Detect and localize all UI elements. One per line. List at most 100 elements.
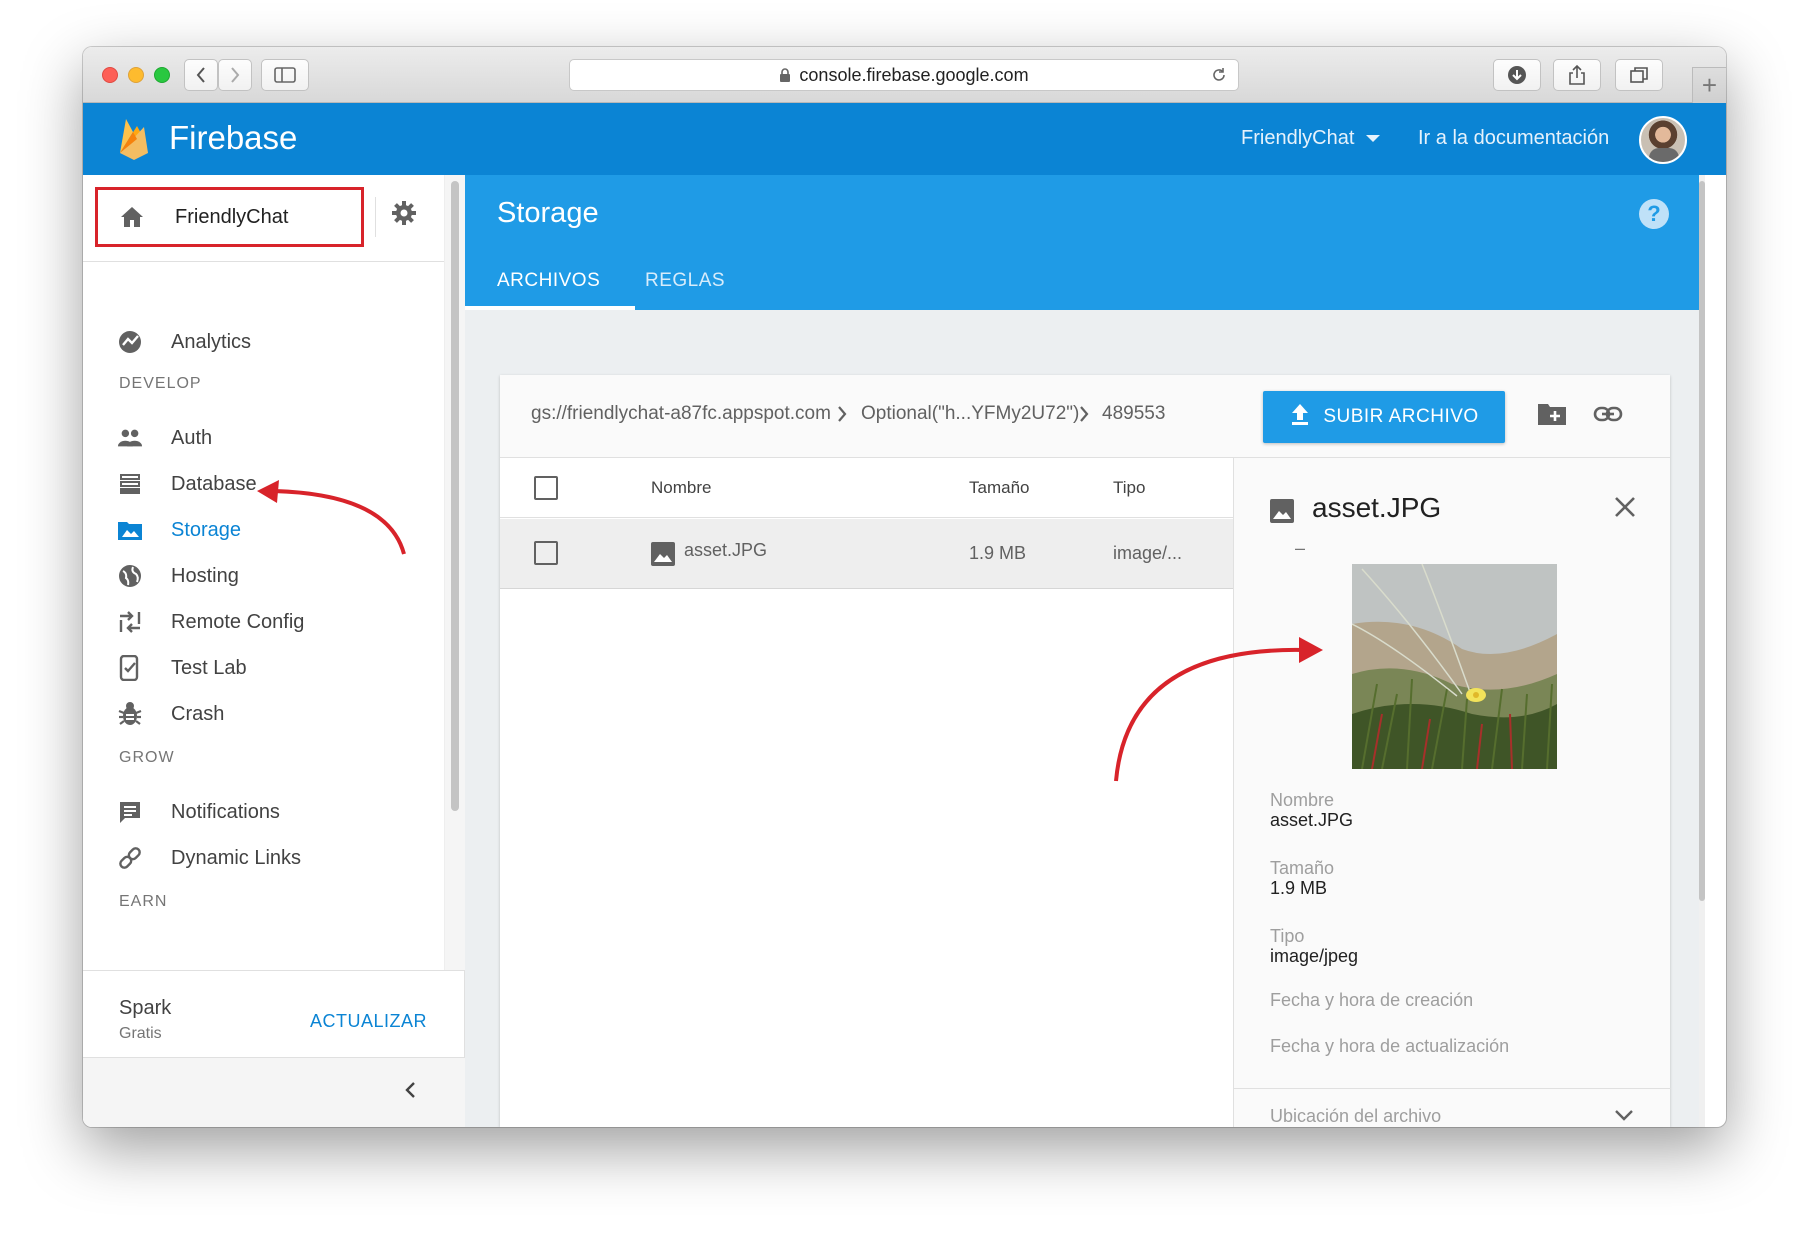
- tab-reglas[interactable]: REGLAS: [645, 251, 725, 310]
- file-name[interactable]: asset.JPG: [684, 540, 767, 561]
- chevron-right-icon: [836, 405, 848, 428]
- sidebar-toggle-button[interactable]: [261, 59, 309, 91]
- sidebar-item-crash[interactable]: Crash: [83, 691, 443, 737]
- storage-icon: [117, 517, 143, 543]
- sidebar-item-database[interactable]: Database: [83, 461, 443, 507]
- breadcrumb-subfolder[interactable]: 489553: [1102, 403, 1262, 425]
- gear-icon[interactable]: [391, 200, 417, 231]
- divider: [375, 197, 376, 237]
- active-tab-indicator: [465, 306, 635, 310]
- divider: [1234, 1088, 1671, 1089]
- project-name: FriendlyChat: [175, 206, 289, 228]
- breadcrumb: gs://friendlychat-a87fc.appspot.com Opti…: [500, 375, 1670, 458]
- collapse-sidebar-icon[interactable]: [403, 1080, 417, 1105]
- browser-toolbar: console.firebase.google.com +: [83, 47, 1726, 103]
- file-size: 1.9 MB: [969, 543, 1027, 563]
- brand-name[interactable]: Firebase: [169, 119, 297, 157]
- close-icon[interactable]: [1614, 496, 1636, 523]
- breadcrumb-folder[interactable]: Optional("h...YFMy2U72"): [861, 403, 1079, 425]
- file-details-panel: asset.JPG – Nombre asset.JPG Tamaño 1.9 …: [1233, 458, 1671, 1127]
- sidebar-item-label: Test Lab: [171, 657, 247, 679]
- close-window-button[interactable]: [102, 67, 118, 83]
- browser-window: console.firebase.google.com + Firebase F…: [83, 47, 1726, 1127]
- help-icon[interactable]: ?: [1639, 199, 1669, 229]
- sidebar-item-label: Storage: [171, 519, 242, 541]
- section-heading-grow: GROW: [119, 749, 175, 766]
- sidebar-icon: [274, 67, 296, 83]
- section-heading-develop: DEVELOP: [119, 375, 202, 392]
- create-folder-icon[interactable]: [1537, 402, 1567, 431]
- sidebar-item-notifications[interactable]: Notifications: [83, 789, 443, 835]
- tabs-icon: [1630, 67, 1648, 83]
- row-checkbox[interactable]: [534, 541, 558, 565]
- table-header: Nombre Tamaño Tipo: [500, 458, 1233, 518]
- back-button[interactable]: [184, 59, 218, 91]
- project-selector-label: FriendlyChat: [1241, 127, 1355, 149]
- chevron-right-icon: [1078, 405, 1090, 428]
- sidebar-item-label: Dynamic Links: [171, 847, 302, 869]
- message-icon: [117, 799, 143, 825]
- file-location-section[interactable]: Ubicación del archivo: [1270, 1106, 1441, 1127]
- section-heading-earn: EARN: [119, 893, 168, 910]
- reload-icon[interactable]: [1210, 66, 1228, 84]
- detail-label-updated: Fecha y hora de actualización: [1270, 1036, 1510, 1056]
- minimize-window-button[interactable]: [128, 67, 144, 83]
- chevron-right-icon: [231, 67, 240, 83]
- database-icon: [117, 471, 143, 497]
- url-text: console.firebase.google.com: [799, 64, 1029, 85]
- avatar[interactable]: [1639, 116, 1687, 164]
- project-selector[interactable]: FriendlyChat: [1241, 127, 1381, 150]
- plan-name: Spark: [119, 997, 172, 1019]
- breadcrumb-bucket[interactable]: gs://friendlychat-a87fc.appspot.com: [531, 403, 831, 425]
- sidebar-item-auth[interactable]: Auth: [83, 415, 443, 461]
- sidebar-item-analytics[interactable]: Analytics: [83, 319, 443, 365]
- divider: [83, 970, 465, 971]
- detail-label-name: Nombre: [1270, 790, 1335, 810]
- table-row[interactable]: asset.JPG 1.9 MB image/...: [500, 519, 1233, 589]
- sidebar-item-test-lab[interactable]: Test Lab: [83, 645, 443, 691]
- sidebar-scrollbar[interactable]: [444, 175, 465, 970]
- upload-file-label: SUBIR ARCHIVO: [1323, 406, 1479, 427]
- sidebar-item-storage[interactable]: Storage: [83, 507, 443, 553]
- page-title: Storage: [497, 197, 599, 229]
- bug-icon: [117, 701, 143, 727]
- image-preview[interactable]: [1352, 564, 1557, 769]
- globe-icon: [117, 563, 143, 589]
- sidebar-item-hosting[interactable]: Hosting: [83, 553, 443, 599]
- project-overview-link[interactable]: FriendlyChat: [95, 187, 364, 247]
- sidebar-item-remote-config[interactable]: Remote Config: [83, 599, 443, 645]
- column-header-size[interactable]: Tamaño: [969, 478, 1029, 498]
- home-icon: [120, 206, 144, 233]
- chevron-down-icon[interactable]: [1614, 1108, 1634, 1127]
- image-file-icon: [650, 541, 676, 572]
- upgrade-button[interactable]: ACTUALIZAR: [310, 1011, 427, 1032]
- column-header-name[interactable]: Nombre: [651, 478, 711, 498]
- forward-button[interactable]: [218, 59, 252, 91]
- downloads-button[interactable]: [1493, 59, 1541, 91]
- share-button[interactable]: [1553, 59, 1601, 91]
- sidebar-item-label: Auth: [171, 427, 213, 449]
- app-header: Firebase FriendlyChat Ir a la documentac…: [83, 103, 1726, 175]
- firebase-logo-icon[interactable]: [117, 117, 151, 166]
- tab-archivos[interactable]: ARCHIVOS: [497, 251, 600, 310]
- zoom-window-button[interactable]: [154, 67, 170, 83]
- main-scrollbar[interactable]: [1699, 175, 1705, 1127]
- upload-file-button[interactable]: SUBIR ARCHIVO: [1263, 391, 1505, 443]
- sidebar-item-label: Remote Config: [171, 611, 305, 633]
- docs-link[interactable]: Ir a la documentación: [1418, 127, 1609, 150]
- column-header-type[interactable]: Tipo: [1113, 478, 1145, 498]
- sidebar-item-dynamic-links[interactable]: Dynamic Links: [83, 835, 443, 881]
- new-tab-button[interactable]: +: [1692, 67, 1726, 103]
- detail-value-name: asset.JPG: [1270, 810, 1354, 830]
- select-all-checkbox[interactable]: [534, 476, 558, 500]
- sidebar-item-label: Hosting: [171, 565, 239, 587]
- tabs-overview-button[interactable]: [1615, 59, 1663, 91]
- file-type: image/...: [1113, 543, 1183, 563]
- link-icon[interactable]: [1593, 404, 1623, 429]
- url-bar[interactable]: console.firebase.google.com: [569, 59, 1239, 91]
- sidebar-footer: [83, 1058, 465, 1127]
- link-icon: [117, 845, 143, 871]
- sidebar-item-label: Crash: [171, 703, 225, 725]
- sidebar-item-label: Database: [171, 473, 257, 495]
- upload-icon: [1289, 402, 1311, 432]
